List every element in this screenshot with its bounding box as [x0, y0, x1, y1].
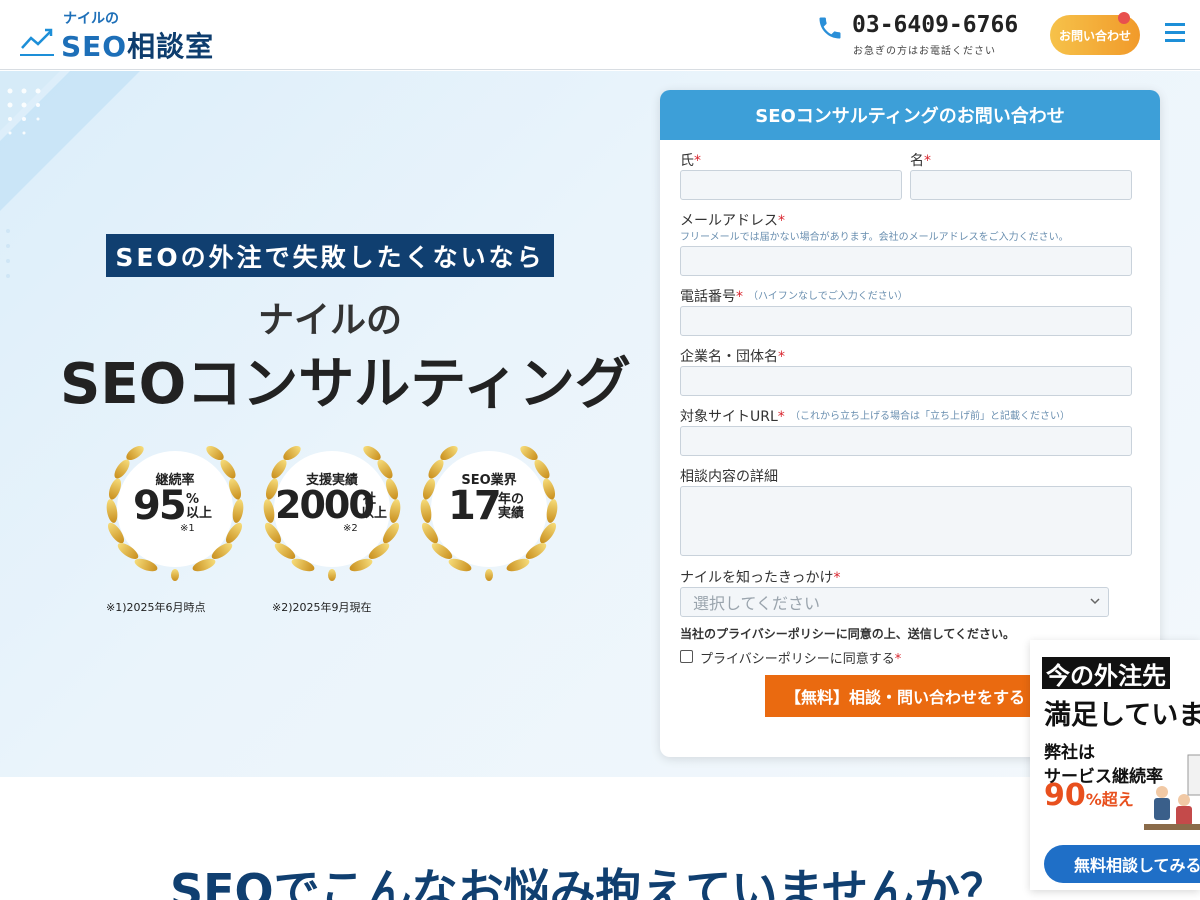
chart-trend-icon	[20, 28, 54, 56]
company-label: 企業名・団体名*	[680, 349, 785, 365]
footnote-2: ※2)2025年9月現在	[272, 601, 372, 614]
site-url-label: 対象サイトURL*	[680, 409, 785, 425]
banner-line-3: 90%超え	[1044, 778, 1134, 813]
email-label: メールアドレス*	[680, 213, 785, 229]
privacy-agree-label[interactable]: プライバシーポリシーに同意する*	[700, 648, 901, 667]
email-input[interactable]	[680, 246, 1132, 276]
hero-title-sub: ナイルの	[257, 300, 402, 341]
source-label: ナイルを知ったきっかけ*	[680, 570, 841, 586]
logo-title: SEO相談室	[61, 25, 214, 65]
meeting-illustration	[1144, 754, 1200, 830]
badge-number: 95	[133, 483, 187, 529]
phone-hint: （ハイフンなしでご入力ください）	[748, 291, 908, 302]
detail-label: 相談内容の詳細	[680, 469, 778, 485]
last-name-label: 氏*	[680, 153, 701, 169]
form-title: SEOコンサルティングのお問い合わせ	[660, 90, 1160, 140]
phone-contact[interactable]: 03-6409-6766 お急ぎの方はお電話ください	[816, 10, 1018, 60]
phone-icon	[819, 17, 841, 39]
logo-room: 相談室	[127, 30, 215, 63]
hero-tagline: SEOの外注で失敗したくないなら	[106, 234, 554, 277]
menu-icon[interactable]	[1165, 23, 1185, 45]
banner-title-1: 今の外注先	[1042, 657, 1170, 690]
site-url-input[interactable]	[680, 426, 1132, 456]
privacy-checkbox[interactable]	[680, 650, 693, 663]
badge-unit-2: 以上	[186, 506, 213, 521]
last-name-input[interactable]	[680, 170, 902, 200]
section-title: SEOでこんなお悩み抱えていませんか？	[170, 864, 1006, 900]
phone-number: 03-6409-6766	[852, 12, 1019, 38]
floating-banner[interactable]: 今の外注先 満足していますか 弊社は サービス継続率 90%超え 無料相談してみ…	[1030, 640, 1200, 890]
badge-text: 継続率 95 % 以上 ※1	[100, 441, 250, 581]
badge-unit: 社	[363, 492, 377, 507]
badge-number: 2000	[275, 483, 375, 527]
site-url-hint: （これから立ち上げる場合は「立ち上げ前」と記載ください）	[790, 411, 1070, 422]
source-select[interactable]: 選択してください	[680, 587, 1109, 617]
badge-note: ※2	[343, 523, 358, 534]
privacy-note: 当社のプライバシーポリシーに同意の上、送信してください。	[680, 627, 1016, 641]
source-select-value: 選択してください	[693, 594, 821, 613]
phone-input[interactable]	[680, 306, 1132, 336]
submit-button[interactable]: 【無料】相談・問い合わせをする	[765, 675, 1045, 717]
detail-textarea[interactable]	[680, 486, 1132, 556]
phone-note: お急ぎの方はお電話ください	[853, 46, 996, 57]
badge-unit: 年の	[498, 492, 525, 507]
hero-title: SEOコンサルティング	[60, 352, 631, 417]
first-name-input[interactable]	[910, 170, 1132, 200]
badge-text: 支援実績 2000 社 以上 ※2	[257, 441, 407, 581]
company-input[interactable]	[680, 366, 1132, 396]
banner-cta-button[interactable]: 無料相談してみる	[1044, 845, 1200, 883]
footnote-1: ※1)2025年6月時点	[106, 601, 206, 614]
badge-unit: %	[186, 492, 200, 507]
badge-text: SEO業界 17 年の 実績	[414, 441, 564, 581]
logo[interactable]: ナイルの SEO相談室	[20, 8, 213, 63]
badge-note: ※1	[180, 523, 195, 534]
chevron-down-icon	[1090, 598, 1100, 605]
badge-number: 17	[448, 483, 502, 529]
phone-label: 電話番号*	[680, 289, 743, 305]
email-hint: フリーメールでは届かない場合があります。会社のメールアドレスをご入力ください。	[680, 232, 1069, 243]
badge-unit-2: 以上	[361, 506, 388, 521]
logo-seo: SEO	[61, 30, 128, 63]
first-name-label: 名*	[910, 153, 931, 169]
badge-retention: 継続率 95 % 以上 ※1	[100, 441, 250, 581]
banner-line-1: 弊社は	[1044, 743, 1095, 763]
site-header: ナイルの SEO相談室 03-6409-6766 お急ぎの方はお電話ください お…	[0, 0, 1200, 70]
notification-dot	[1118, 12, 1130, 24]
badge-track-record: 支援実績 2000 社 以上 ※2	[257, 441, 407, 581]
banner-title-2: 満足していますか	[1044, 700, 1200, 731]
badge-unit-2: 実績	[498, 506, 525, 521]
badge-experience: SEO業界 17 年の 実績	[414, 441, 564, 581]
